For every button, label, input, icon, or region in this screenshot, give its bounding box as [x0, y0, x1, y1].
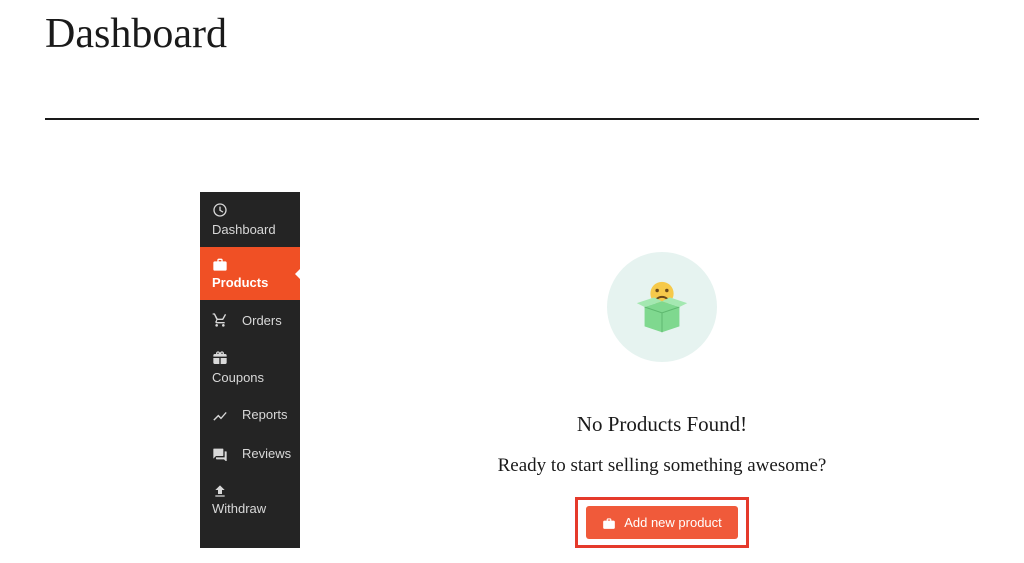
sidebar-item-label: Withdraw	[212, 501, 266, 516]
highlight-annotation: Add new product	[575, 497, 749, 548]
sidebar-item-reviews[interactable]: Reviews	[200, 434, 300, 473]
sidebar-item-coupons[interactable]: Coupons	[200, 340, 300, 395]
briefcase-icon	[602, 517, 616, 529]
gift-icon	[212, 350, 228, 366]
comments-icon	[212, 447, 228, 461]
sidebar-item-reports[interactable]: Reports	[200, 395, 300, 434]
sidebar-item-orders[interactable]: Orders	[200, 300, 300, 340]
empty-title: No Products Found!	[577, 412, 747, 437]
sidebar-item-label: Orders	[242, 313, 282, 328]
sidebar-item-dashboard[interactable]: Dashboard	[200, 192, 300, 247]
sad-box-icon	[631, 276, 693, 338]
page-title: Dashboard	[45, 10, 979, 58]
sidebar: Dashboard Products Orders Coupons Report	[200, 192, 300, 548]
briefcase-icon	[212, 257, 228, 271]
add-new-product-button[interactable]: Add new product	[586, 506, 738, 539]
sidebar-item-products[interactable]: Products	[200, 247, 300, 300]
header-divider	[45, 118, 979, 120]
add-button-label: Add new product	[624, 515, 722, 530]
chart-icon	[212, 408, 228, 422]
upload-icon	[212, 483, 228, 497]
main-content: No Products Found! Ready to start sellin…	[300, 192, 1024, 548]
sidebar-item-withdraw[interactable]: Withdraw	[200, 473, 300, 526]
sidebar-item-label: Reports	[242, 407, 288, 422]
cart-icon	[212, 312, 228, 328]
empty-subtitle: Ready to start selling something awesome…	[498, 455, 827, 477]
sidebar-item-label: Dashboard	[212, 222, 276, 237]
sidebar-item-label: Products	[212, 275, 268, 290]
sidebar-item-label: Reviews	[242, 446, 291, 461]
sidebar-item-label: Coupons	[212, 370, 264, 385]
empty-state-illustration	[607, 252, 717, 362]
dashboard-icon	[212, 202, 228, 218]
